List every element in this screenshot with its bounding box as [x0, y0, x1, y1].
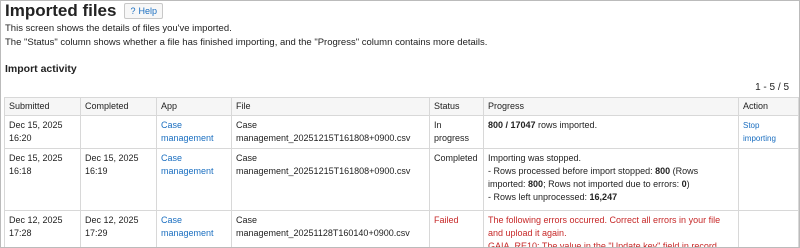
app-link-line-1: Case: [161, 120, 183, 130]
help-button[interactable]: ? Help: [124, 3, 163, 19]
submitted-date: Dec 15, 2025: [9, 153, 63, 163]
column-header-progress: Progress: [483, 97, 739, 116]
submitted-cell: Dec 15, 2025 16:20: [4, 115, 81, 149]
help-label: Help: [138, 6, 157, 16]
table-row: Dec 15, 2025 16:20 Case management Case …: [4, 115, 799, 149]
app-cell: Case management: [156, 115, 232, 149]
file-name-line-2: management_20251215T161808+0900.csv: [236, 166, 411, 176]
progress-error-line-2: and upload it again.: [488, 228, 567, 238]
table-row: Dec 15, 2025 16:18 Dec 15, 2025 16:19 Ca…: [4, 148, 799, 211]
progress-cell: 800 / 17047 rows imported.: [483, 115, 739, 149]
file-name-line-1: Case: [236, 153, 258, 163]
progress-error-line-3: GAIA_RE10: The value in the "Update key"…: [488, 241, 717, 248]
table-header-row: Submitted Completed App File Status Prog…: [4, 97, 799, 116]
description-line-1: This screen shows the details of files y…: [5, 23, 232, 34]
description-line-2: The "Status" column shows whether a file…: [5, 37, 488, 48]
status-line-2: progress: [434, 133, 470, 143]
file-cell: Case management_20251215T161808+0900.csv: [231, 115, 430, 149]
column-header-action: Action: [738, 97, 799, 116]
progress-error-line-1: The following errors occurred. Correct a…: [488, 215, 721, 225]
progress-left-text: - Rows left unprocessed: 16,247: [488, 191, 734, 204]
status-text: Completed: [434, 153, 478, 163]
submitted-cell: Dec 15, 2025 16:18: [4, 148, 81, 211]
app-link[interactable]: Case management: [161, 214, 227, 240]
pagination-count: 1 - 5 / 5: [755, 82, 789, 93]
question-icon: ?: [130, 6, 136, 16]
progress-suffix: rows imported.: [535, 120, 598, 130]
file-name-line-2: management_20251215T161808+0900.csv: [236, 133, 411, 143]
completed-date: Dec 15, 2025: [85, 153, 139, 163]
progress-count: 800 / 17047: [488, 120, 536, 130]
status-cell: In progress: [429, 115, 484, 149]
status-cell: Failed: [429, 210, 484, 247]
app-cell: Case management: [156, 210, 232, 247]
progress-stopped-text: Importing was stopped.: [488, 153, 582, 163]
app-link-line-1: Case: [161, 153, 183, 163]
column-header-completed: Completed: [80, 97, 157, 116]
progress-processed-text: - Rows processed before import stopped: …: [488, 165, 734, 191]
progress-processed-value: 800: [655, 166, 671, 176]
app-link[interactable]: Case management: [161, 152, 227, 178]
app-link-line-2: management: [161, 228, 214, 238]
column-header-submitted: Submitted: [4, 97, 81, 116]
action-cell: Stop importing: [738, 115, 799, 149]
file-name-line-2: management_20251128T160140+0900.csv: [236, 228, 410, 238]
column-header-file: File: [231, 97, 430, 116]
submitted-date: Dec 12, 2025: [9, 215, 63, 225]
file-cell: Case management_20251215T161808+0900.csv: [231, 148, 430, 211]
action-cell: [738, 210, 799, 247]
progress-left-value: 16,247: [589, 192, 618, 202]
progress-cell: Importing was stopped. - Rows processed …: [483, 148, 739, 211]
stop-importing-link[interactable]: Stop importing: [743, 121, 776, 143]
progress-cell: The following errors occurred. Correct a…: [483, 210, 739, 248]
completed-time: 17:29: [85, 228, 108, 238]
completed-cell: Dec 15, 2025 16:19: [80, 148, 157, 211]
import-activity-table: Submitted Completed App File Status Prog…: [4, 97, 799, 248]
submitted-time: 16:20: [9, 133, 32, 143]
action-cell: [738, 148, 799, 211]
progress-imported-value: 800: [528, 179, 544, 189]
page-title: Imported files: [5, 1, 117, 20]
submitted-time: 17:28: [9, 228, 32, 238]
title-row: Imported files ? Help: [5, 1, 163, 21]
status-cell: Completed: [429, 148, 484, 211]
completed-cell: [80, 115, 157, 149]
completed-cell: Dec 12, 2025 17:29: [80, 210, 157, 247]
file-cell: Case management_20251128T160140+0900.csv: [231, 210, 430, 247]
imported-files-panel: Imported files ? Help This screen shows …: [0, 0, 800, 248]
file-name-line-1: Case: [236, 120, 258, 130]
column-header-app: App: [156, 97, 232, 116]
app-cell: Case management: [156, 148, 232, 211]
app-link[interactable]: Case management: [161, 119, 227, 145]
completed-date: Dec 12, 2025: [85, 215, 139, 225]
table-row: Dec 12, 2025 17:28 Dec 12, 2025 17:29 Ca…: [4, 210, 799, 248]
completed-time: 16:19: [85, 166, 108, 176]
submitted-date: Dec 15, 2025: [9, 120, 63, 130]
progress-errors-end: ): [686, 179, 690, 189]
status-failed-text: Failed: [434, 215, 459, 225]
status-line-1: In: [434, 120, 442, 130]
column-header-status: Status: [429, 97, 484, 116]
submitted-time: 16:18: [9, 166, 32, 176]
progress-left-prefix: - Rows left unprocessed:: [488, 192, 590, 202]
progress-errors-mid: ; Rows not imported due to errors:: [543, 179, 682, 189]
import-activity-heading: Import activity: [5, 63, 77, 75]
app-link-line-1: Case: [161, 215, 183, 225]
submitted-cell: Dec 12, 2025 17:28: [4, 210, 81, 247]
file-name-line-1: Case: [236, 215, 258, 225]
app-link-line-2: management: [161, 133, 214, 143]
progress-processed-prefix: - Rows processed before import stopped:: [488, 166, 656, 176]
app-link-line-2: management: [161, 166, 214, 176]
